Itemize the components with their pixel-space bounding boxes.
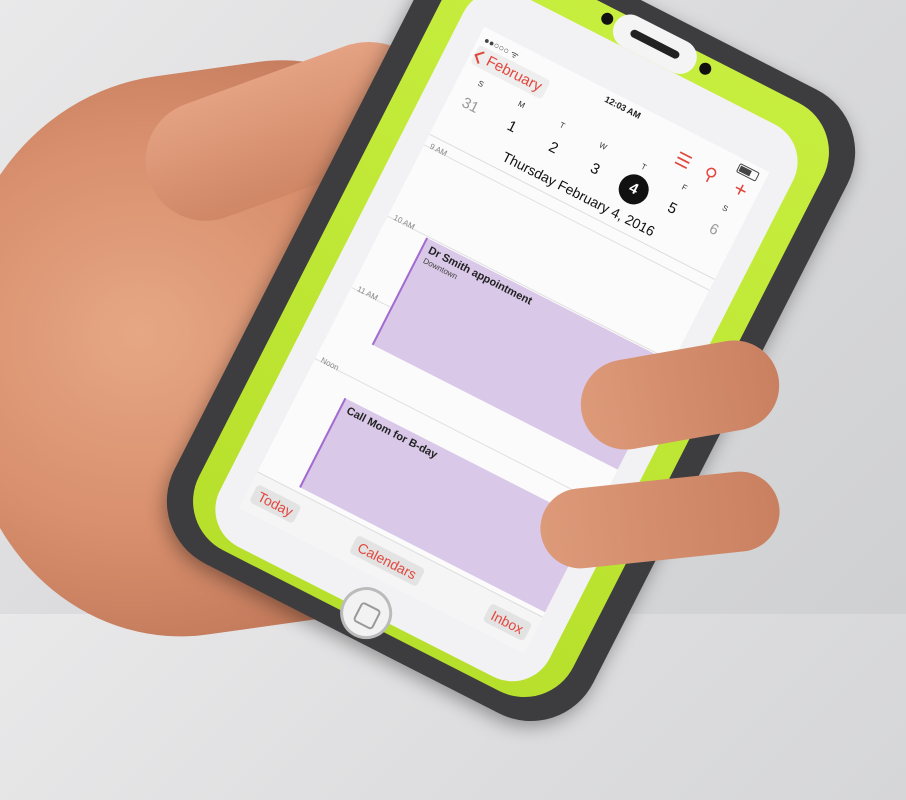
plus-icon[interactable]: + — [729, 175, 752, 203]
hour-label: Noon — [319, 355, 341, 373]
inbox-button[interactable]: Inbox — [482, 602, 533, 642]
fingers-foreground — [536, 330, 790, 573]
hour-label: 9 AM — [428, 141, 449, 159]
finger — [573, 333, 787, 457]
home-square-icon — [352, 601, 382, 631]
list-icon[interactable]: ☰ — [671, 148, 694, 173]
hour-label: 10 AM — [391, 213, 417, 232]
search-icon[interactable]: ⚲ — [700, 163, 721, 187]
hour-label: 11 AM — [355, 284, 380, 303]
finger — [536, 467, 784, 573]
